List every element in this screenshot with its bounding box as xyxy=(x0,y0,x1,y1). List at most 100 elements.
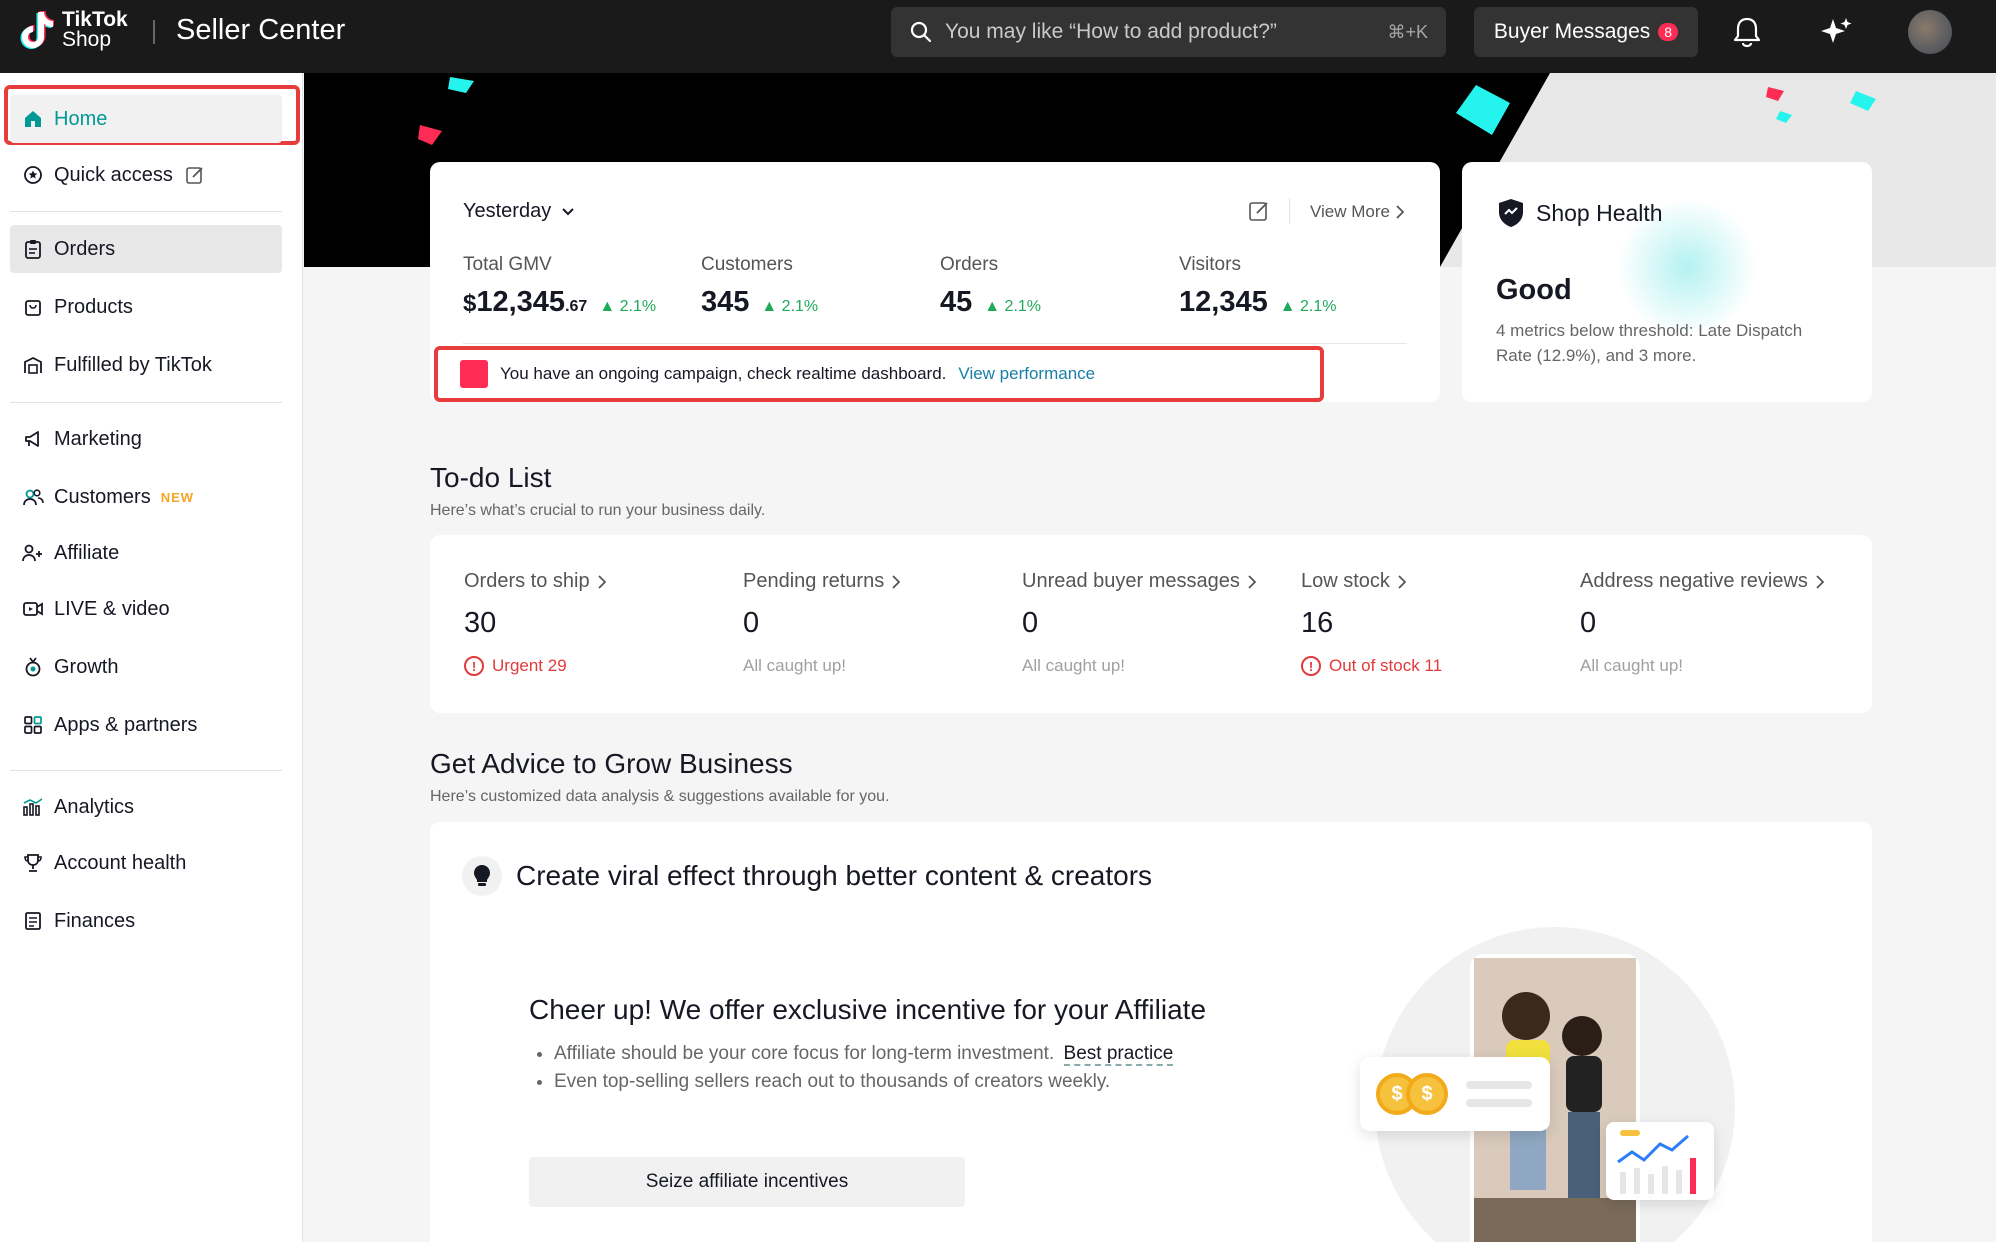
shop-health-label: Shop Health xyxy=(1536,199,1663,226)
todo-low-stock[interactable]: Low stock 16 ! Out of stock 11 xyxy=(1301,570,1442,676)
campaign-text: You have an ongoing campaign, check real… xyxy=(500,364,947,383)
metric-value: 345 ▲ 2.1% xyxy=(701,286,818,319)
sidebar-item-affiliate[interactable]: Affiliate xyxy=(10,529,282,577)
metric-visitors[interactable]: Visitors 12,345 ▲ 2.1% xyxy=(1179,254,1336,319)
todo-label: Address negative reviews xyxy=(1580,570,1824,593)
todo-label-text: Address negative reviews xyxy=(1580,570,1808,592)
best-practice-link[interactable]: Best practice xyxy=(1063,1043,1174,1066)
sidebar-item-label: Home xyxy=(54,107,108,130)
sidebar: Home Quick access Orders Products Fulfil… xyxy=(0,73,303,1242)
metric-change-value: 2.1% xyxy=(1299,298,1337,315)
header-separator xyxy=(1289,198,1290,224)
new-tag-badge: NEW xyxy=(160,489,195,505)
todo-pending-returns[interactable]: Pending returns 0 All caught up! xyxy=(743,570,901,676)
growth-chart-card xyxy=(1606,1122,1714,1200)
todo-label: Unread buyer messages xyxy=(1022,570,1256,593)
todo-card: Orders to ship 30 ! Urgent 29 Pending ret… xyxy=(430,535,1872,713)
edit-metrics-button[interactable] xyxy=(1248,200,1270,227)
sidebar-item-finances[interactable]: Finances xyxy=(10,897,282,945)
metric-number: 45 xyxy=(940,286,973,318)
user-avatar[interactable] xyxy=(1908,10,1952,54)
todo-label: Orders to ship xyxy=(464,570,606,593)
todo-note: All caught up! xyxy=(1580,656,1684,675)
apps-icon xyxy=(22,714,44,736)
todo-note: ! Urgent 29 xyxy=(464,656,606,676)
campaign-banner: You have an ongoing campaign, check real… xyxy=(434,346,1324,402)
currency-symbol: $ xyxy=(463,290,477,317)
search-bar[interactable]: You may like “How to add product?” ⌘+K xyxy=(891,7,1446,57)
todo-note: ! Out of stock 11 xyxy=(1301,656,1442,676)
sidebar-item-label: Apps & partners xyxy=(54,713,198,736)
tiktok-shop-logo[interactable]: TikTok Shop xyxy=(20,8,128,50)
shop-health-card[interactable]: Shop Health Good 4 metrics below thresho… xyxy=(1462,162,1872,402)
view-more-link[interactable]: View More xyxy=(1310,202,1404,222)
logo-line1: TikTok xyxy=(62,8,128,31)
metric-total-gmv[interactable]: Total GMV $ 12,345 .67 ▲ 2.1% xyxy=(463,254,656,319)
metric-change-value: 2.1% xyxy=(781,298,819,315)
sidebar-item-apps-partners[interactable]: Apps & partners xyxy=(10,701,282,749)
finance-icon xyxy=(22,910,44,932)
sidebar-item-fulfilled-by-tiktok[interactable]: Fulfilled by TikTok xyxy=(10,341,282,389)
metric-number: 345 xyxy=(701,286,750,318)
advice-card-title: Create viral effect through better conte… xyxy=(462,856,1152,896)
view-performance-link[interactable]: View performance xyxy=(958,364,1095,384)
notification-bell-button[interactable] xyxy=(1729,14,1765,50)
todo-orders-to-ship[interactable]: Orders to ship 30 ! Urgent 29 xyxy=(464,570,606,676)
metric-change-value: 2.1% xyxy=(619,298,657,315)
sidebar-item-home[interactable]: Home xyxy=(10,95,282,143)
todo-note: All caught up! xyxy=(1022,656,1126,675)
sidebar-item-label: Marketing xyxy=(54,427,142,450)
sidebar-item-customers[interactable]: Customers NEW xyxy=(10,473,282,521)
incentive-coins-card: $ $ xyxy=(1360,1057,1550,1131)
sparkle-icon xyxy=(1821,18,1852,43)
advice-headline: Cheer up! We offer exclusive incentive f… xyxy=(529,994,1207,1025)
advice-bullets: Affiliate should be your core focus for … xyxy=(540,1040,1174,1096)
todo-unread-buyer-messages[interactable]: Unread buyer messages 0 All caught up! xyxy=(1022,570,1256,676)
period-label: Yesterday xyxy=(463,200,552,222)
sidebar-item-label: Quick access xyxy=(54,163,173,186)
metric-orders[interactable]: Orders 45 ▲ 2.1% xyxy=(940,254,1041,319)
sidebar-item-marketing[interactable]: Marketing xyxy=(10,415,282,463)
sidebar-item-growth[interactable]: Growth xyxy=(10,643,282,691)
metrics-card: Yesterday View More Total GMV $ 12,345 .… xyxy=(430,162,1440,402)
clipboard-icon xyxy=(22,238,44,260)
sidebar-item-account-health[interactable]: Account health xyxy=(10,839,282,887)
sidebar-item-analytics[interactable]: Analytics xyxy=(10,783,282,831)
sidebar-item-live-video[interactable]: LIVE & video xyxy=(10,585,282,633)
video-icon xyxy=(22,598,44,620)
sidebar-divider xyxy=(10,211,282,212)
metric-number: 12,345 xyxy=(1179,286,1268,318)
megaphone-icon xyxy=(22,428,44,450)
logo-separator xyxy=(153,20,155,44)
sidebar-item-products[interactable]: Products xyxy=(10,283,282,331)
todo-address-negative-reviews[interactable]: Address negative reviews 0 All caught up… xyxy=(1580,570,1824,676)
sidebar-item-quick-access[interactable]: Quick access xyxy=(10,151,282,199)
todo-value: 16 xyxy=(1301,607,1334,639)
todo-note-text: Urgent 29 xyxy=(492,656,567,675)
todo-label-text: Unread buyer messages xyxy=(1022,570,1240,592)
ai-assistant-button[interactable] xyxy=(1818,14,1854,50)
metric-change: ▲ 2.1% xyxy=(761,298,819,315)
shop-health-title: Shop Health xyxy=(1498,198,1663,228)
edit-quick-access-icon[interactable] xyxy=(185,165,205,185)
seize-affiliate-incentives-button[interactable]: Seize affiliate incentives xyxy=(529,1157,965,1207)
sidebar-item-label: Account health xyxy=(54,851,187,874)
coin-icon: $ xyxy=(1406,1073,1448,1115)
buyer-messages-button[interactable]: Buyer Messages 8 xyxy=(1474,7,1698,57)
placeholder-line xyxy=(1466,1099,1532,1107)
advice-bullet: Affiliate should be your core focus for … xyxy=(554,1040,1174,1068)
metric-customers[interactable]: Customers 345 ▲ 2.1% xyxy=(701,254,818,319)
search-icon xyxy=(910,21,932,43)
chevron-right-icon xyxy=(1398,574,1406,589)
bag-icon xyxy=(22,296,44,318)
lightbulb-icon xyxy=(462,856,502,896)
chevron-right-icon xyxy=(892,574,901,589)
period-selector[interactable]: Yesterday xyxy=(463,200,575,223)
alert-icon: ! xyxy=(1301,656,1321,676)
advice-bullet: Even top-selling sellers reach out to th… xyxy=(554,1068,1173,1096)
todo-value: 0 xyxy=(743,607,760,639)
view-more-label: View More xyxy=(1310,202,1390,221)
sidebar-item-label: Orders xyxy=(54,237,116,260)
todo-value: 0 xyxy=(1022,607,1039,639)
sidebar-item-orders[interactable]: Orders xyxy=(10,225,282,273)
